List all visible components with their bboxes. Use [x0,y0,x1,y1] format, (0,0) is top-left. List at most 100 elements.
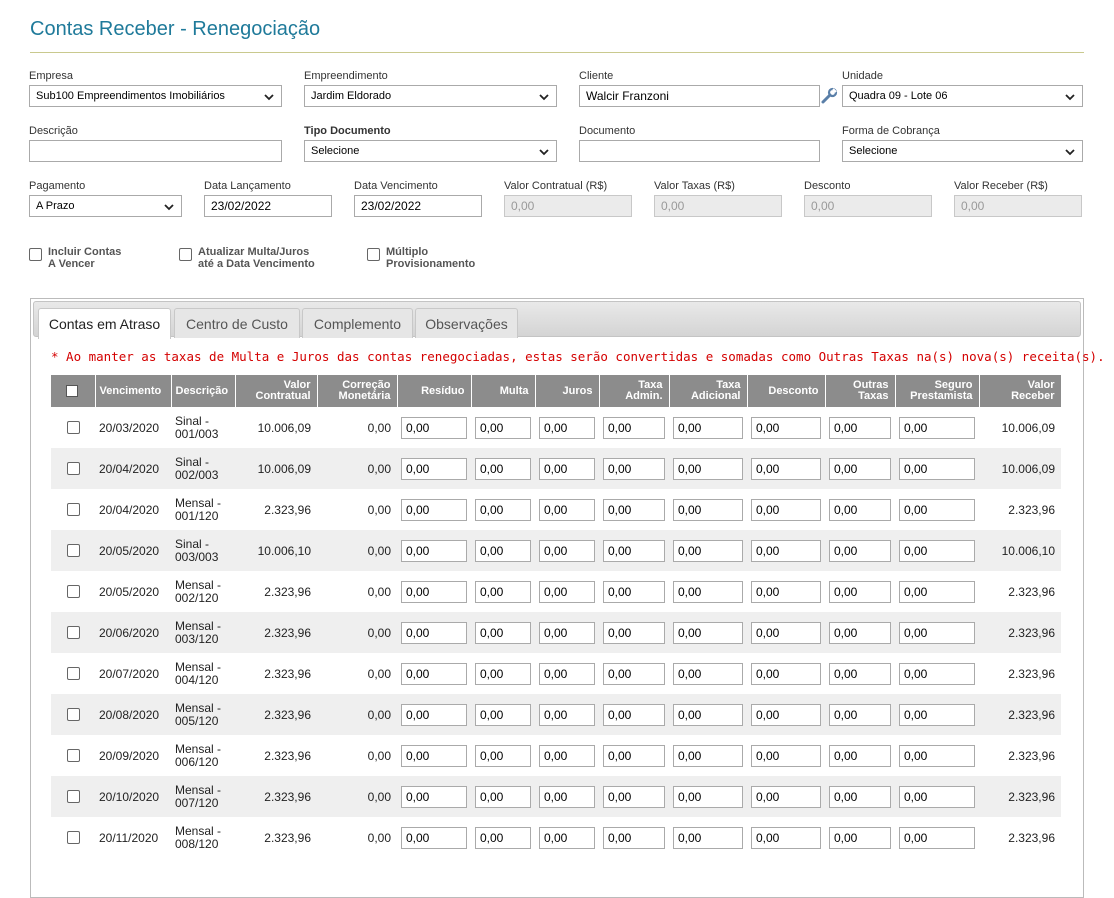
multa-input[interactable]: 0,00 [475,621,531,644]
cliente-input[interactable]: Walcir Franzoni [579,85,820,107]
residuo-input[interactable]: 0,00 [401,703,467,726]
taxa-admin-input[interactable]: 0,00 [603,416,665,439]
tipo-documento-select[interactable]: Selecione [304,140,557,162]
residuo-input[interactable]: 0,00 [401,580,467,603]
atualizar-multa-checkbox-field[interactable]: Atualizar Multa/Juros até a Data Vencime… [179,246,315,270]
taxa-adicional-input[interactable]: 0,00 [673,826,743,849]
juros-input[interactable]: 0,00 [539,826,595,849]
tab-centro-de-custo[interactable]: Centro de Custo [174,308,300,338]
seguro-input[interactable]: 0,00 [899,785,975,808]
forma-cobranca-select[interactable]: Selecione [842,140,1083,162]
taxa-adicional-input[interactable]: 0,00 [673,580,743,603]
row-select-cell[interactable] [51,489,95,530]
desconto-input[interactable]: 0,00 [751,498,821,521]
residuo-input[interactable]: 0,00 [401,539,467,562]
taxa-adicional-input[interactable]: 0,00 [673,457,743,480]
row-checkbox[interactable] [66,503,80,516]
residuo-input[interactable]: 0,00 [401,785,467,808]
tab-complemento[interactable]: Complemento [302,308,413,338]
row-checkbox[interactable] [66,544,80,557]
multa-input[interactable]: 0,00 [475,662,531,685]
residuo-input[interactable]: 0,00 [401,826,467,849]
seguro-input[interactable]: 0,00 [899,662,975,685]
taxa-adicional-input[interactable]: 0,00 [673,662,743,685]
row-select-cell[interactable] [51,776,95,817]
juros-input[interactable]: 0,00 [539,539,595,562]
incluir-contas-checkbox-field[interactable]: Incluir Contas A Vencer [29,246,121,270]
documento-input[interactable] [579,140,820,162]
atualizar-multa-checkbox[interactable] [179,248,192,261]
row-checkbox[interactable] [66,708,80,721]
row-select-cell[interactable] [51,612,95,653]
wrench-icon[interactable] [820,87,838,105]
juros-input[interactable]: 0,00 [539,621,595,644]
seguro-input[interactable]: 0,00 [899,744,975,767]
row-checkbox[interactable] [66,667,80,680]
multa-input[interactable]: 0,00 [475,826,531,849]
tab-contas-em-atraso[interactable]: Contas em Atraso [38,308,171,339]
taxa-admin-input[interactable]: 0,00 [603,744,665,767]
desconto-input[interactable]: 0,00 [751,662,821,685]
desconto-input[interactable]: 0,00 [751,826,821,849]
taxa-admin-input[interactable]: 0,00 [603,703,665,726]
outras-taxas-input[interactable]: 0,00 [829,580,891,603]
taxa-adicional-input[interactable]: 0,00 [673,498,743,521]
taxa-admin-input[interactable]: 0,00 [603,826,665,849]
outras-taxas-input[interactable]: 0,00 [829,416,891,439]
pagamento-select[interactable]: A Prazo [29,195,182,217]
desconto-input[interactable]: 0,00 [751,539,821,562]
unidade-select[interactable]: Quadra 09 - Lote 06 [842,85,1083,107]
taxa-adicional-input[interactable]: 0,00 [673,703,743,726]
multa-input[interactable]: 0,00 [475,580,531,603]
descricao-input[interactable] [29,140,282,162]
taxa-admin-input[interactable]: 0,00 [603,662,665,685]
juros-input[interactable]: 0,00 [539,703,595,726]
taxa-adicional-input[interactable]: 0,00 [673,539,743,562]
outras-taxas-input[interactable]: 0,00 [829,539,891,562]
juros-input[interactable]: 0,00 [539,498,595,521]
outras-taxas-input[interactable]: 0,00 [829,662,891,685]
multa-input[interactable]: 0,00 [475,785,531,808]
multa-input[interactable]: 0,00 [475,744,531,767]
multa-input[interactable]: 0,00 [475,416,531,439]
juros-input[interactable]: 0,00 [539,785,595,808]
multa-input[interactable]: 0,00 [475,539,531,562]
residuo-input[interactable]: 0,00 [401,498,467,521]
data-lancamento-input[interactable]: 23/02/2022 [204,195,332,217]
outras-taxas-input[interactable]: 0,00 [829,703,891,726]
residuo-input[interactable]: 0,00 [401,662,467,685]
taxa-admin-input[interactable]: 0,00 [603,785,665,808]
empreendimento-select[interactable]: Jardim Eldorado [304,85,557,107]
taxa-adicional-input[interactable]: 0,00 [673,621,743,644]
desconto-input[interactable]: 0,00 [751,703,821,726]
row-select-cell[interactable] [51,694,95,735]
data-vencimento-input[interactable]: 23/02/2022 [354,195,482,217]
residuo-input[interactable]: 0,00 [401,744,467,767]
desconto-input[interactable]: 0,00 [751,580,821,603]
seguro-input[interactable]: 0,00 [899,416,975,439]
juros-input[interactable]: 0,00 [539,457,595,480]
header-select-all[interactable] [51,375,96,407]
row-checkbox[interactable] [66,790,80,803]
taxa-admin-input[interactable]: 0,00 [603,539,665,562]
row-select-cell[interactable] [51,407,95,448]
row-checkbox[interactable] [66,462,80,475]
juros-input[interactable]: 0,00 [539,744,595,767]
incluir-contas-checkbox[interactable] [29,248,42,261]
taxa-adicional-input[interactable]: 0,00 [673,416,743,439]
outras-taxas-input[interactable]: 0,00 [829,498,891,521]
juros-input[interactable]: 0,00 [539,416,595,439]
row-checkbox[interactable] [66,626,80,639]
taxa-admin-input[interactable]: 0,00 [603,580,665,603]
taxa-admin-input[interactable]: 0,00 [603,457,665,480]
outras-taxas-input[interactable]: 0,00 [829,826,891,849]
multiplo-provisionamento-checkbox-field[interactable]: Múltiplo Provisionamento [367,246,475,270]
residuo-input[interactable]: 0,00 [401,457,467,480]
row-select-cell[interactable] [51,530,95,571]
seguro-input[interactable]: 0,00 [899,703,975,726]
outras-taxas-input[interactable]: 0,00 [829,744,891,767]
outras-taxas-input[interactable]: 0,00 [829,621,891,644]
row-select-cell[interactable] [51,653,95,694]
seguro-input[interactable]: 0,00 [899,826,975,849]
residuo-input[interactable]: 0,00 [401,416,467,439]
